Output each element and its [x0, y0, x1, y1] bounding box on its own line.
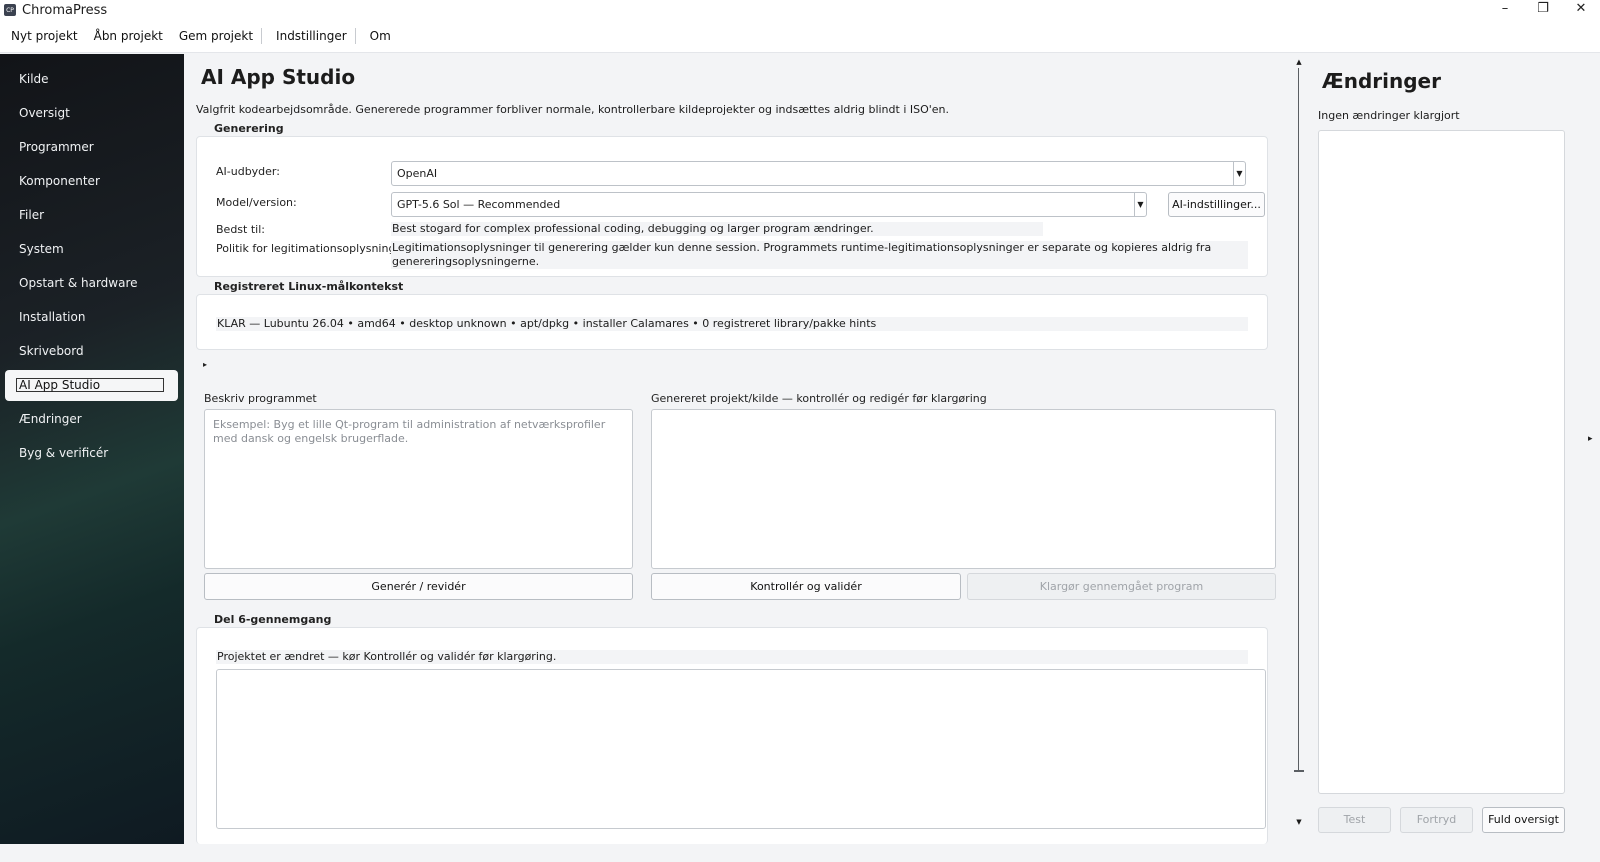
main-scrollbar[interactable]: ▲ ▼	[1294, 54, 1304, 844]
review-status: Projektet er ændret — kør Kontrollér og …	[216, 650, 1248, 664]
intro-text: Valgfrit kodearbejdsområde. Genererede p…	[196, 103, 950, 116]
generated-label: Genereret projekt/kilde — kontrollér og …	[651, 392, 987, 405]
collapse-arrow-icon[interactable]: ▸	[1588, 434, 1593, 444]
sidebar-item-desktop[interactable]: Skrivebord	[5, 336, 178, 367]
chevron-down-icon: ▼	[1134, 193, 1146, 216]
menu-about[interactable]: Om	[354, 28, 399, 44]
chevron-down-icon: ▼	[1233, 162, 1245, 185]
sidebar-item-ai-app-studio[interactable]: AI App Studio	[5, 370, 178, 401]
menu-bar: Nyt projekt Åbn projekt Gem projekt Inds…	[0, 20, 1600, 53]
review-output[interactable]	[216, 669, 1266, 829]
best-for-value: Best stogard for complex professional co…	[391, 222, 1043, 236]
sidebar-item-overview[interactable]: Oversigt	[5, 98, 178, 129]
test-button[interactable]: Test	[1318, 807, 1391, 833]
changes-subtitle: Ingen ændringer klargjort	[1318, 109, 1460, 122]
sidebar: Kilde Oversigt Programmer Komponenter Fi…	[0, 54, 184, 844]
scrollbar-thumb[interactable]	[1298, 68, 1299, 772]
minimize-icon[interactable]: –	[1486, 0, 1524, 20]
sidebar-item-programs[interactable]: Programmer	[5, 132, 178, 163]
provider-label: AI-udbyder:	[216, 165, 280, 178]
generate-revise-button[interactable]: Generér / revidér	[204, 573, 633, 600]
generation-section-title: Generering	[214, 122, 284, 135]
sidebar-item-label: AI App Studio	[16, 378, 164, 392]
sidebar-item-boot-hardware[interactable]: Opstart & hardware	[5, 268, 178, 299]
sidebar-item-installation[interactable]: Installation	[5, 302, 178, 333]
best-for-label: Bedst til:	[216, 223, 265, 236]
check-validate-button[interactable]: Kontrollér og validér	[651, 573, 961, 600]
menu-save-project[interactable]: Gem projekt	[171, 28, 261, 44]
linux-context-value: KLAR — Lubuntu 26.04 • amd64 • desktop u…	[216, 317, 1248, 331]
changes-panel: Ændringer Ingen ændringer klargjort ▸ Te…	[1304, 54, 1600, 844]
policy-label: Politik for legitimationsoplysninger:	[216, 242, 411, 255]
maximize-icon[interactable]: ❐	[1524, 0, 1562, 20]
provider-value: OpenAI	[397, 167, 438, 180]
model-select[interactable]: GPT-5.6 Sol — Recommended ▼	[391, 192, 1147, 217]
sidebar-item-system[interactable]: System	[5, 234, 178, 265]
ai-settings-button[interactable]: AI-indstillinger...	[1168, 192, 1265, 217]
sidebar-item-components[interactable]: Komponenter	[5, 166, 178, 197]
app-icon: CP	[4, 4, 16, 16]
describe-label: Beskriv programmet	[204, 392, 317, 405]
menu-open-project[interactable]: Åbn projekt	[86, 28, 171, 44]
review-section-title: Del 6-gennemgang	[214, 613, 332, 626]
close-icon[interactable]: ✕	[1562, 0, 1600, 20]
describe-input[interactable]: Eksempel: Byg et lille Qt-program til ad…	[204, 409, 633, 569]
model-label: Model/version:	[216, 196, 297, 209]
scrollbar-thumb-end	[1294, 770, 1304, 772]
title-bar: CP ChromaPress – ❐ ✕	[0, 0, 1600, 20]
menu-new-project[interactable]: Nyt projekt	[3, 28, 86, 44]
linux-context-section-title: Registreret Linux-målkontekst	[214, 280, 404, 293]
scroll-up-icon[interactable]: ▲	[1294, 58, 1304, 66]
status-bar	[0, 844, 1600, 862]
expander-icon[interactable]: ▸	[203, 360, 207, 369]
undo-button[interactable]: Fortryd	[1400, 807, 1473, 833]
provider-select[interactable]: OpenAI ▼	[391, 161, 1246, 186]
scroll-down-icon[interactable]: ▼	[1294, 818, 1304, 826]
policy-value: Legitimationsoplysninger til generering …	[391, 241, 1248, 269]
window-title: ChromaPress	[22, 2, 108, 18]
page-title: AI App Studio	[201, 65, 356, 89]
main-content: AI App Studio Valgfrit kodearbejdsområde…	[184, 54, 1294, 844]
sidebar-item-source[interactable]: Kilde	[5, 64, 178, 95]
changes-title: Ændringer	[1322, 69, 1441, 93]
sidebar-item-changes[interactable]: Ændringer	[5, 404, 178, 435]
sidebar-item-files[interactable]: Filer	[5, 200, 178, 231]
generated-source-editor[interactable]	[651, 409, 1276, 569]
full-overview-button[interactable]: Fuld oversigt	[1482, 807, 1565, 833]
model-value: GPT-5.6 Sol — Recommended	[397, 198, 561, 211]
prepare-program-button[interactable]: Klargør gennemgået program	[967, 573, 1276, 600]
sidebar-item-build-verify[interactable]: Byg & verificér	[5, 438, 178, 469]
changes-list[interactable]	[1318, 130, 1565, 794]
menu-settings[interactable]: Indstillinger	[261, 28, 355, 44]
